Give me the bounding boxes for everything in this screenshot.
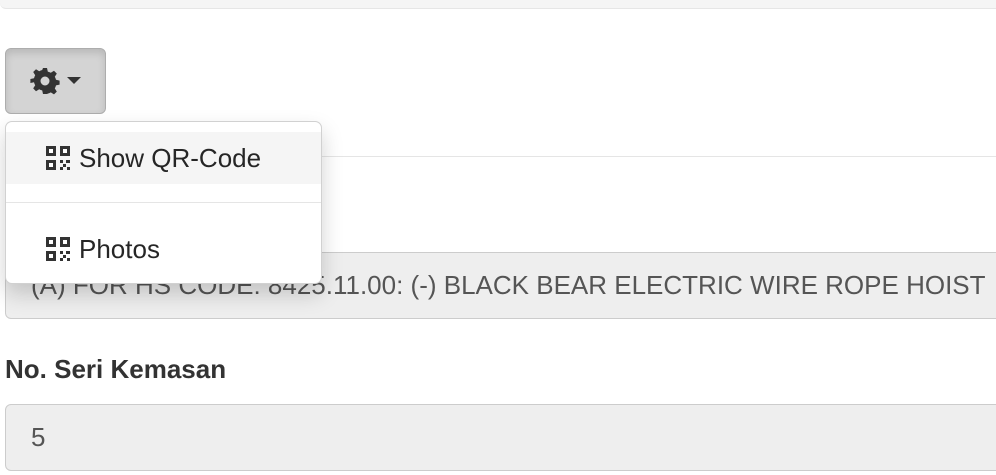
caret-down-icon — [67, 77, 81, 84]
menu-item-label: Show QR-Code — [79, 142, 262, 173]
menu-item-photos[interactable]: Photos — [6, 223, 321, 275]
settings-dropdown-button[interactable] — [5, 48, 106, 114]
seri-kemasan-label: No. Seri Kemasan — [5, 354, 227, 384]
qrcode-icon — [46, 237, 70, 261]
page: (A) FOR HS CODE: 8425.11.00: (-) BLACK B… — [0, 0, 996, 475]
qrcode-icon — [46, 146, 70, 170]
settings-dropdown-menu: Show QR-Code Photos — [5, 121, 322, 284]
seri-kemasan-value: 5 — [31, 422, 46, 452]
gear-icon — [30, 68, 60, 95]
menu-divider — [6, 202, 321, 203]
menu-item-label: Photos — [79, 233, 160, 264]
seri-kemasan-field[interactable]: 5 — [5, 404, 996, 471]
section-divider — [322, 156, 996, 157]
menu-item-show-qr-code[interactable]: Show QR-Code — [6, 132, 321, 184]
top-well-panel — [0, 0, 996, 9]
